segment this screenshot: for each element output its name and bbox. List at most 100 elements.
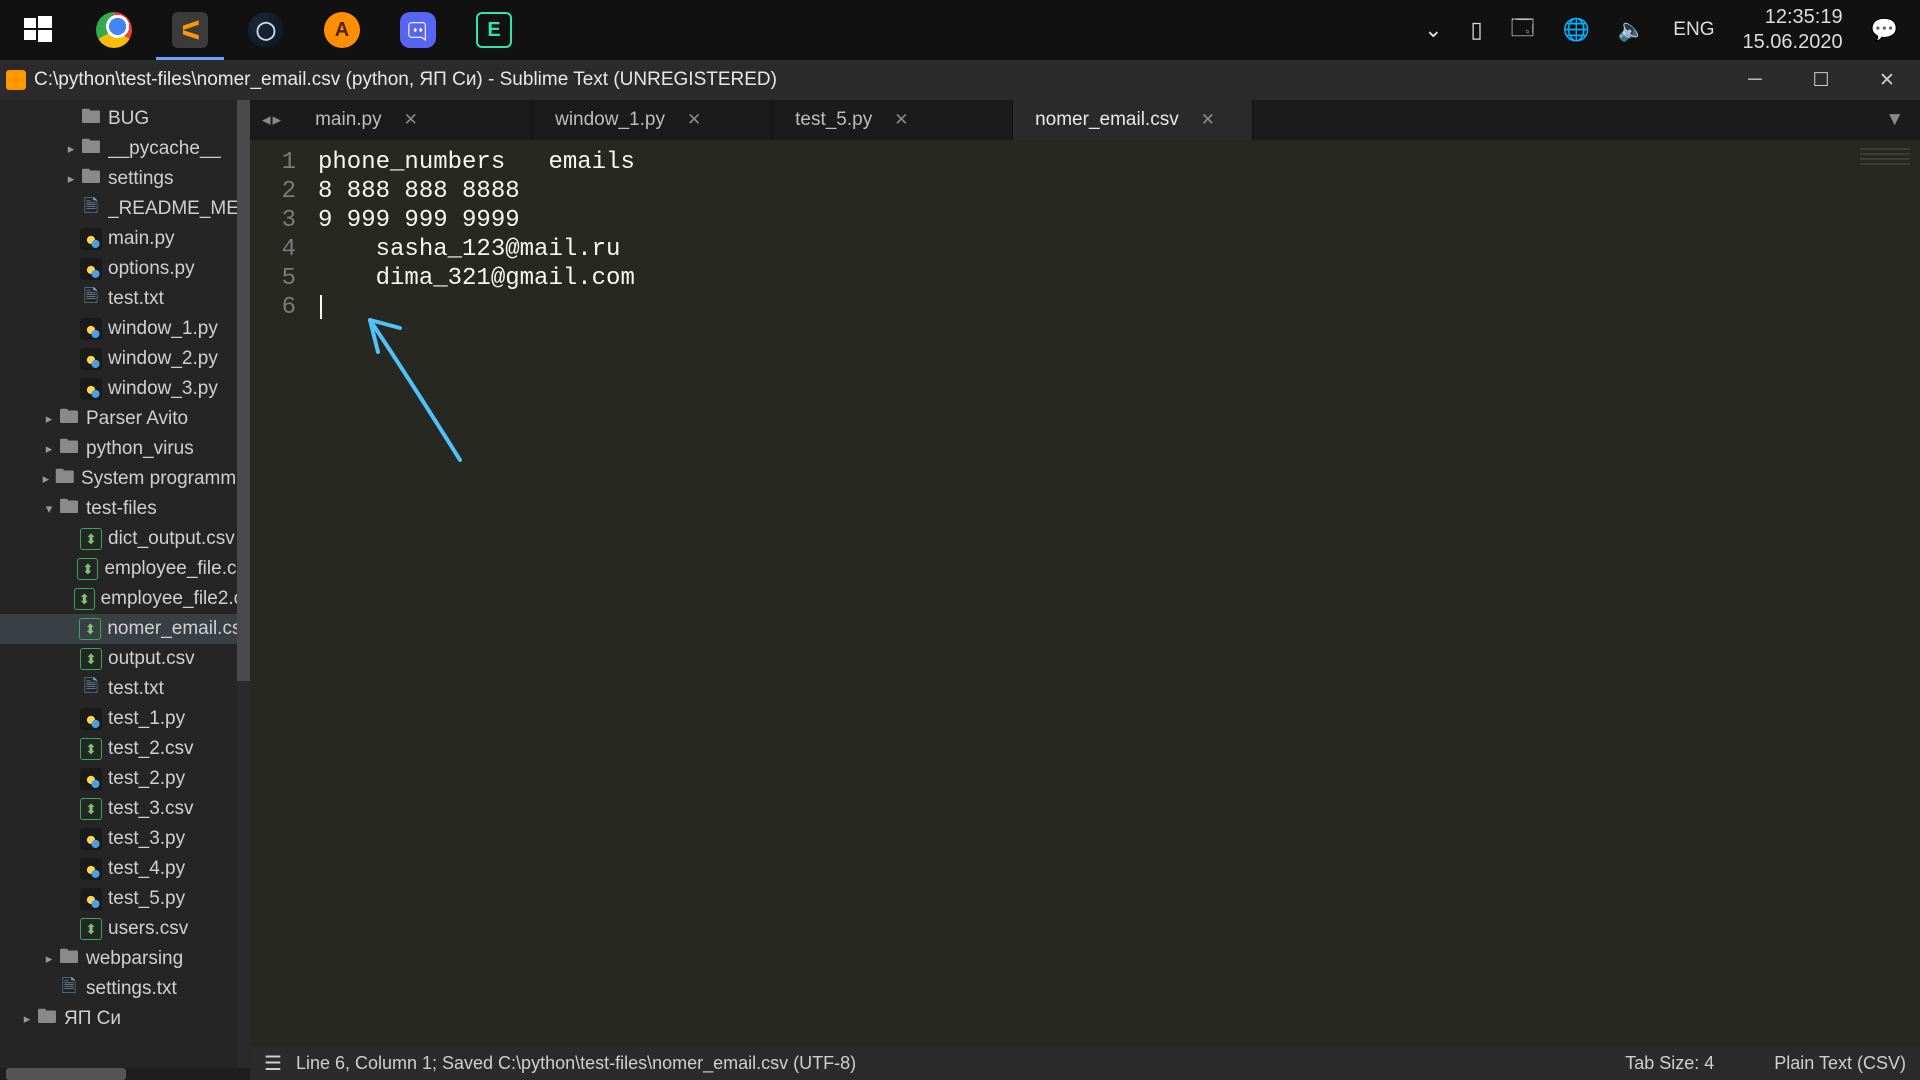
file-node-output-csv[interactable]: output.csv: [0, 644, 250, 674]
taskbar-app-epic[interactable]: E: [456, 0, 532, 60]
tray-network-icon[interactable]: 🌐: [1562, 17, 1589, 43]
disclosure-arrow-icon[interactable]: ▸: [42, 951, 56, 967]
disclosure-arrow-icon[interactable]: ▸: [39, 471, 52, 487]
file-node-test-1-py[interactable]: test_1.py: [0, 704, 250, 734]
folder-node--[interactable]: ▸ЯП Си: [0, 1004, 250, 1034]
code-content[interactable]: phone_numbers emails8 888 888 88889 999 …: [310, 140, 1920, 1047]
disclosure-arrow-icon[interactable]: ▸: [42, 411, 56, 427]
tab-label: main.py: [315, 109, 382, 131]
folder-node-bug[interactable]: BUG: [0, 104, 250, 134]
file-node-settings-txt[interactable]: settings.txt: [0, 974, 250, 1004]
tray-language[interactable]: ENG: [1673, 19, 1714, 41]
tray-notifications-icon[interactable]: 💬: [1871, 17, 1898, 43]
tree-item-label: test_4.py: [108, 858, 185, 880]
file-node-test-txt[interactable]: test.txt: [0, 284, 250, 314]
tab-close-icon[interactable]: ✕: [687, 110, 701, 130]
tab-nav-arrows[interactable]: ◂▸: [250, 100, 293, 140]
nav-fwd-icon[interactable]: ▸: [273, 110, 282, 130]
tab-close-icon[interactable]: ✕: [1201, 110, 1215, 130]
tab-nomer-email-csv[interactable]: nomer_email.csv✕: [1013, 100, 1253, 140]
tab-test-5-py[interactable]: test_5.py✕: [773, 100, 1013, 140]
tabbar[interactable]: ◂▸ main.py✕window_1.py✕test_5.py✕nomer_e…: [250, 100, 1920, 140]
tray-clock[interactable]: 12:35:19 15.06.2020: [1742, 5, 1842, 55]
tree-item-label: test_5.py: [108, 888, 185, 910]
status-position: Line 6, Column 1; Saved C:\python\test-f…: [296, 1053, 856, 1074]
taskbar-app-aimp[interactable]: A: [304, 0, 380, 60]
taskbar-app-discord[interactable]: [380, 0, 456, 60]
file-node--readme-me[interactable]: _README_ME: [0, 194, 250, 224]
code-line[interactable]: [318, 293, 1920, 322]
folder-node--pycache-[interactable]: ▸__pycache__: [0, 134, 250, 164]
py-icon: [80, 228, 102, 250]
sidebar-vscroll[interactable]: [237, 100, 250, 1068]
code-line[interactable]: 9 999 999 9999: [318, 206, 1920, 235]
minimap[interactable]: [1860, 148, 1910, 168]
csv-icon: [80, 528, 102, 550]
folder-node-settings[interactable]: ▸settings: [0, 164, 250, 194]
minimize-button[interactable]: ─: [1722, 60, 1788, 100]
file-node-test-3-csv[interactable]: test_3.csv: [0, 794, 250, 824]
file-node-main-py[interactable]: main.py: [0, 224, 250, 254]
file-node-test-2-py[interactable]: test_2.py: [0, 764, 250, 794]
file-node-test-2-csv[interactable]: test_2.csv: [0, 734, 250, 764]
tray-volume-icon[interactable]: 🔈: [1618, 17, 1645, 43]
titlebar[interactable]: C:\python\test-files\nomer_email.csv (py…: [0, 60, 1920, 100]
folder-node-parser-avito[interactable]: ▸Parser Avito: [0, 404, 250, 434]
tab-close-icon[interactable]: ✕: [404, 110, 418, 130]
sidebar[interactable]: BUG▸__pycache__▸settings_README_MEmain.p…: [0, 100, 250, 1080]
code-line[interactable]: sasha_123@mail.ru: [318, 235, 1920, 264]
taskbar-app-steam[interactable]: ◯: [228, 0, 304, 60]
file-node-window-2-py[interactable]: window_2.py: [0, 344, 250, 374]
disclosure-arrow-icon[interactable]: ▸: [20, 1011, 34, 1027]
file-node-test-3-py[interactable]: test_3.py: [0, 824, 250, 854]
file-node-users-csv[interactable]: users.csv: [0, 914, 250, 944]
file-node-employee-file2-csv[interactable]: employee_file2.csv: [0, 584, 250, 614]
file-tree[interactable]: BUG▸__pycache__▸settings_README_MEmain.p…: [0, 100, 250, 1068]
tree-item-label: python_virus: [86, 438, 194, 460]
disclosure-arrow-icon[interactable]: ▸: [64, 141, 78, 157]
file-node-test-5-py[interactable]: test_5.py: [0, 884, 250, 914]
file-node-employee-file-csv[interactable]: employee_file.csv: [0, 554, 250, 584]
folder-node-python-virus[interactable]: ▸ python_virus: [0, 434, 250, 464]
code-editor[interactable]: 123456 phone_numbers emails8 888 888 888…: [250, 140, 1920, 1047]
nav-back-icon[interactable]: ◂: [262, 110, 271, 130]
code-line[interactable]: phone_numbers emails: [318, 148, 1920, 177]
file-node-window-1-py[interactable]: window_1.py: [0, 314, 250, 344]
close-button[interactable]: ✕: [1854, 60, 1920, 100]
disclosure-arrow-icon[interactable]: ▾: [42, 501, 56, 517]
folder-node-test-files[interactable]: ▾test-files: [0, 494, 250, 524]
windows-taskbar: ◯ A E ⌄ ▯ 🗔 🌐 🔈 ENG 12:35:19 15.06.2020 …: [0, 0, 1920, 60]
file-node-test-txt[interactable]: test.txt: [0, 674, 250, 704]
steam-icon: ◯: [248, 12, 284, 48]
file-node-test-4-py[interactable]: test_4.py: [0, 854, 250, 884]
status-syntax[interactable]: Plain Text (CSV): [1774, 1053, 1906, 1074]
taskbar-app-chrome[interactable]: [76, 0, 152, 60]
tab-overflow-icon[interactable]: ▼: [1869, 100, 1920, 140]
line-number: 4: [250, 235, 296, 264]
file-node-nomer-email-csv[interactable]: nomer_email.csv: [0, 614, 250, 644]
tab-close-icon[interactable]: ✕: [894, 110, 908, 130]
folder-node-webparsing[interactable]: ▸webparsing: [0, 944, 250, 974]
tab-main-py[interactable]: main.py ✕: [293, 100, 533, 140]
taskbar-app-sublime[interactable]: [152, 0, 228, 60]
file-node-dict-output-csv[interactable]: dict_output.csv: [0, 524, 250, 554]
status-tabsize[interactable]: Tab Size: 4: [1625, 1053, 1714, 1074]
statusbar-menu-icon[interactable]: ☰: [264, 1051, 282, 1076]
tree-item-label: nomer_email.csv: [107, 618, 250, 640]
statusbar[interactable]: ☰ Line 6, Column 1; Saved C:\python\test…: [250, 1047, 1920, 1080]
folder-icon: [58, 408, 80, 430]
tray-battery-icon[interactable]: 🗔: [1511, 11, 1535, 49]
disclosure-arrow-icon[interactable]: ▸: [42, 441, 56, 457]
sidebar-hscroll[interactable]: [0, 1068, 250, 1080]
folder-node-system-programming[interactable]: ▸System programming: [0, 464, 250, 494]
tray-device-icon[interactable]: ▯: [1471, 17, 1483, 43]
code-line[interactable]: 8 888 888 8888: [318, 177, 1920, 206]
code-line[interactable]: dima_321@gmail.com: [318, 264, 1920, 293]
file-node-window-3-py[interactable]: window_3.py: [0, 374, 250, 404]
maximize-button[interactable]: ☐: [1788, 60, 1854, 100]
tray-chevron-icon[interactable]: ⌄: [1424, 17, 1442, 43]
tab-window-1-py[interactable]: window_1.py✕: [533, 100, 773, 140]
disclosure-arrow-icon[interactable]: ▸: [64, 171, 78, 187]
file-node-options-py[interactable]: options.py: [0, 254, 250, 284]
start-button[interactable]: [0, 0, 76, 60]
